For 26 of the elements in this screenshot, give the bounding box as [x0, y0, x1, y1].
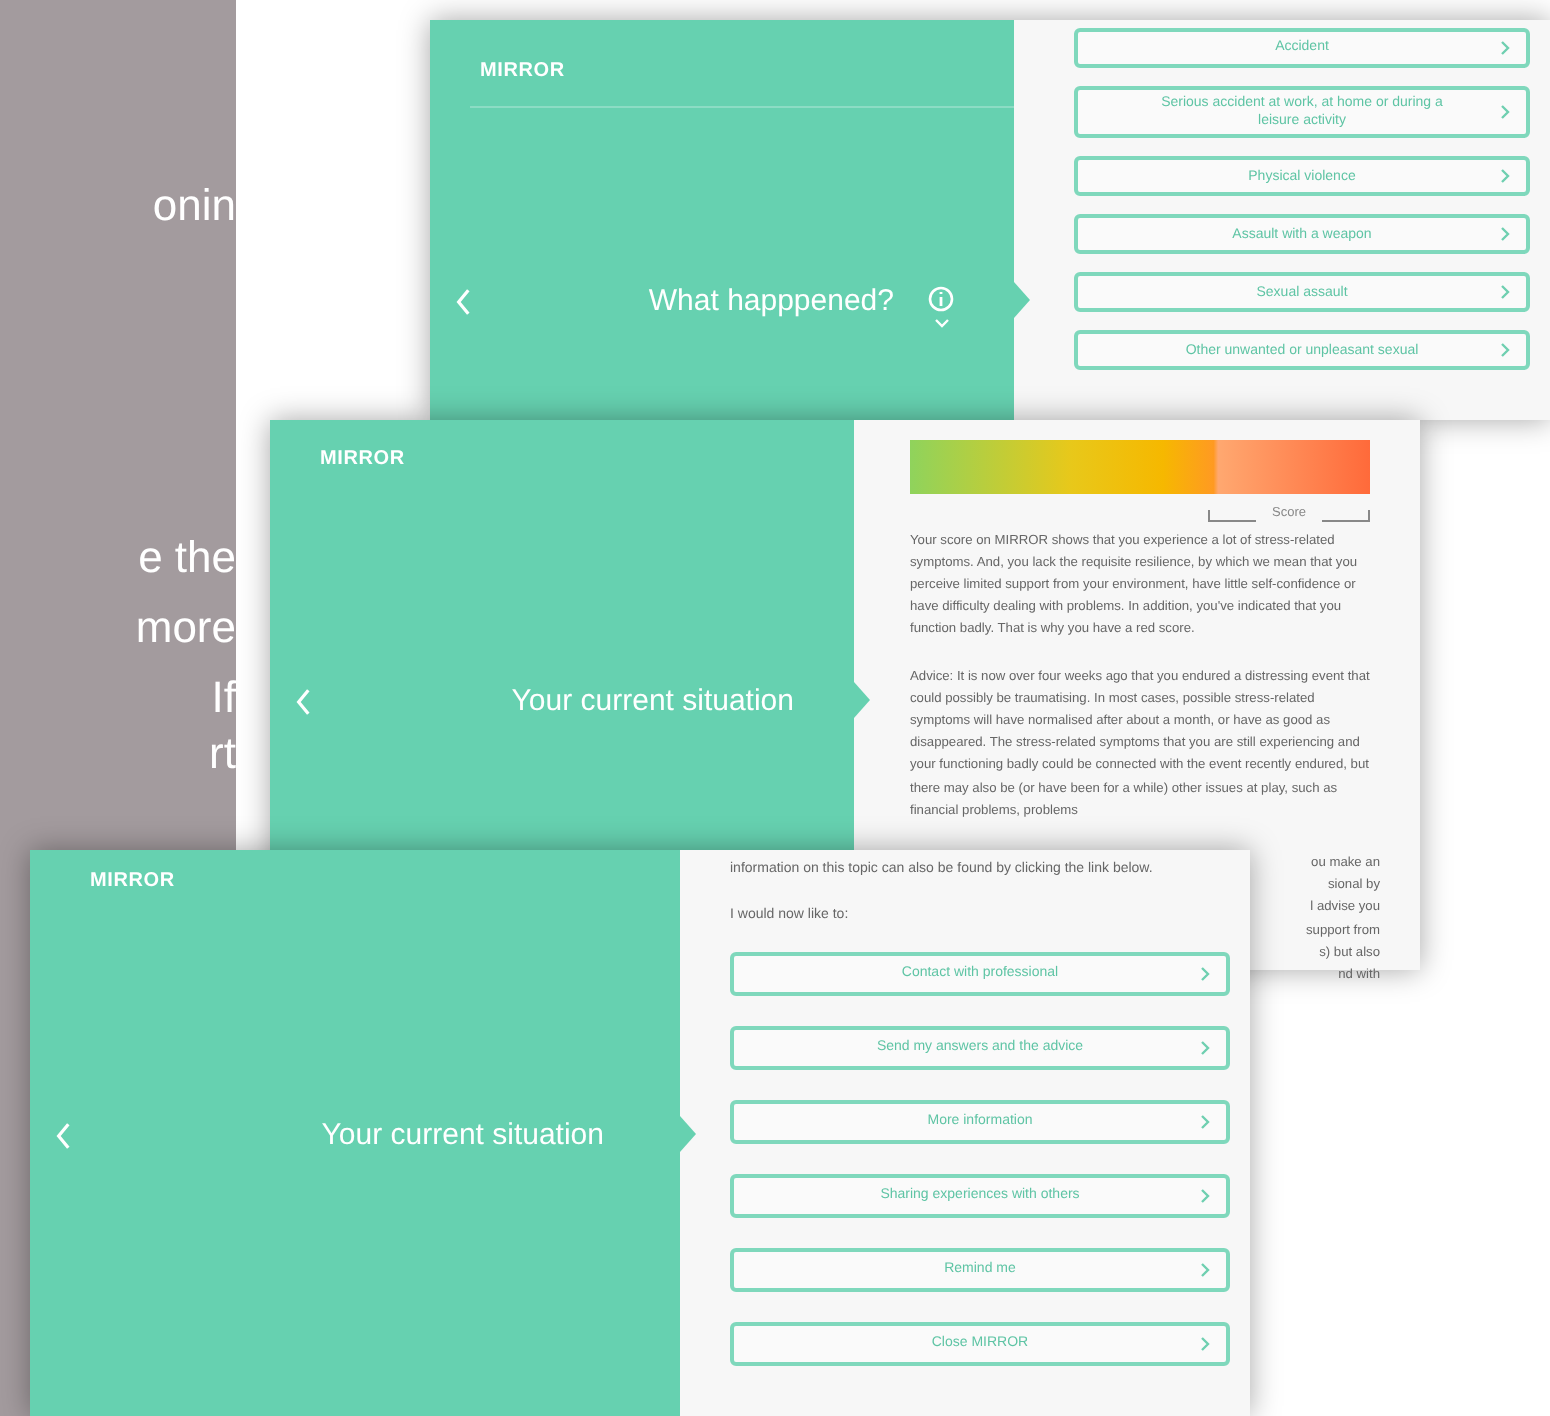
- chevron-right-icon: [1500, 226, 1510, 243]
- slide-text: rt: [209, 732, 236, 776]
- bracket-line: [1322, 509, 1370, 521]
- slide-text: onin: [152, 184, 236, 228]
- slide-text: more: [135, 606, 236, 650]
- screen-title: Your current situation: [511, 682, 794, 722]
- app-logo: MIRROR: [90, 868, 175, 896]
- chevron-right-icon: [1500, 40, 1510, 56]
- chevron-right-icon: [1500, 342, 1510, 359]
- slide-text: If: [211, 676, 236, 720]
- chevron-right-icon: [1500, 104, 1510, 121]
- bracket-line: [1208, 509, 1257, 521]
- app-logo: MIRROR: [320, 446, 405, 474]
- screen-title: Your current situation: [321, 1116, 604, 1156]
- app-logo: MIRROR: [480, 58, 565, 86]
- chevron-down-icon: [933, 318, 949, 328]
- chevron-right-icon: [1500, 284, 1510, 301]
- chevron-right-icon: [1200, 1114, 1210, 1130]
- chevron-right-icon: [1200, 1188, 1210, 1204]
- chevron-right-icon: [1500, 168, 1510, 185]
- chevron-right-icon: [1200, 1336, 1210, 1352]
- chevron-right-icon: [1200, 966, 1210, 982]
- slide-text: e the: [138, 536, 236, 580]
- chevron-right-icon: [1200, 1040, 1210, 1056]
- chevron-right-icon: [1200, 1262, 1210, 1278]
- screen-title: What happpened?: [648, 282, 894, 322]
